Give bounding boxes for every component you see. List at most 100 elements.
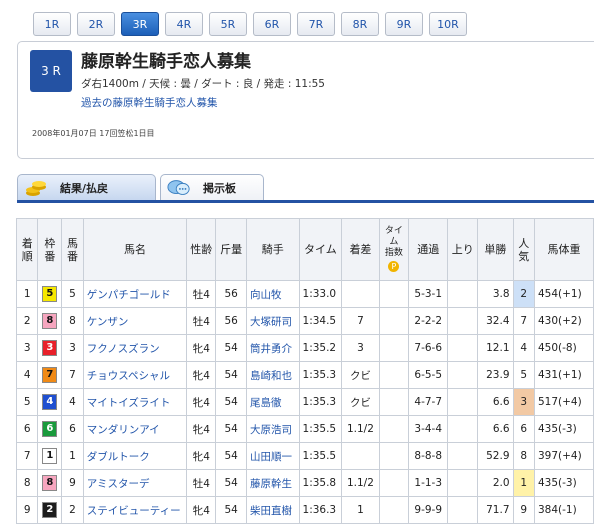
passing-cell-text: 2-2-2 — [414, 315, 443, 327]
order-cell-text: 4 — [23, 369, 31, 381]
race-tab-5r[interactable]: 5R — [209, 12, 247, 36]
body-weight-cell-text: 450(-8) — [538, 342, 577, 354]
jockey-cell[interactable]: 尾島徹 — [246, 388, 300, 416]
horse-name-cell[interactable]: ステイビューティー — [82, 496, 188, 524]
horse-name-cell-text[interactable]: マンダリンアイ — [87, 424, 160, 436]
waku-cell: 4 — [37, 388, 63, 416]
tab-results[interactable]: 結果/払戻 — [17, 174, 156, 201]
jockey-cell-text[interactable]: 大塚研司 — [250, 316, 292, 328]
horse-name-cell-text[interactable]: フクノスズラン — [87, 343, 160, 355]
time-cell: 1:35.5 — [298, 415, 343, 443]
horse-name-cell-text[interactable]: ゲンパチゴールド — [87, 289, 171, 301]
race-tab-10r[interactable]: 10R — [429, 12, 467, 36]
race-tab-7r[interactable]: 7R — [297, 12, 335, 36]
waku-cell: 2 — [37, 496, 63, 524]
jockey-cell-text[interactable]: 藤原幹生 — [250, 478, 292, 490]
popularity-cell: 4 — [512, 334, 536, 362]
horse-name-cell[interactable]: ケンザン — [82, 307, 188, 335]
tab-board[interactable]: 掲示板 — [160, 174, 264, 201]
jockey-cell-text[interactable]: 大原浩司 — [250, 424, 292, 436]
time-cell: 1:33.0 — [298, 280, 343, 308]
sex-age-cell-text: 牡4 — [192, 315, 210, 328]
jockey-cell-text[interactable]: 向山牧 — [250, 289, 282, 301]
horse-name-cell-text[interactable]: アミスターデ — [87, 478, 150, 490]
weight-cell: 54 — [215, 388, 248, 416]
odds-cell-text: 6.6 — [492, 423, 510, 435]
odds-cell-text: 71.7 — [486, 504, 510, 516]
jockey-cell[interactable]: 大原浩司 — [246, 415, 300, 443]
horse-name-cell[interactable]: マイトイズライト — [82, 388, 188, 416]
passing-cell-text: 3-4-4 — [414, 423, 443, 435]
jockey-cell[interactable]: 筒井勇介 — [246, 334, 300, 362]
popularity-cell: 3 — [512, 388, 536, 416]
time-cell-text: 1:35.3 — [302, 369, 337, 381]
last-cell — [447, 280, 479, 308]
margin-cell — [341, 280, 380, 308]
order-cell-text: 5 — [23, 396, 31, 408]
passing-cell-text: 1-1-3 — [414, 477, 443, 489]
margin-cell: 1 — [341, 496, 380, 524]
premium-icon[interactable]: P — [388, 261, 400, 272]
horse-name-cell[interactable]: ダブルトーク — [82, 442, 188, 470]
jockey-cell[interactable]: 大塚研司 — [246, 307, 300, 335]
odds-cell: 6.6 — [477, 415, 514, 443]
jockey-cell-text[interactable]: 柴田直樹 — [250, 505, 292, 517]
jockey-cell[interactable]: 山田順一 — [246, 442, 300, 470]
weight-cell: 54 — [215, 469, 248, 497]
race-tab-1r[interactable]: 1R — [33, 12, 71, 36]
race-tab-8r[interactable]: 8R — [341, 12, 379, 36]
header-jockey: 騎手 — [246, 218, 300, 281]
jockey-cell-text[interactable]: 筒井勇介 — [250, 343, 292, 355]
header-umaban: 馬 番 — [61, 218, 84, 281]
horse-name-cell-text[interactable]: ケンザン — [87, 316, 129, 328]
race-tab-4r[interactable]: 4R — [165, 12, 203, 36]
umaban-cell: 9 — [61, 469, 84, 497]
jockey-cell[interactable]: 藤原幹生 — [246, 469, 300, 497]
horse-name-cell[interactable]: フクノスズラン — [82, 334, 188, 362]
horse-name-cell[interactable]: ゲンパチゴールド — [82, 280, 188, 308]
margin-cell: クビ — [341, 361, 380, 389]
header-waku: 枠 番 — [37, 218, 63, 281]
horse-name-cell-text[interactable]: ダブルトーク — [87, 451, 150, 463]
body-weight-cell: 454(+1) — [534, 280, 594, 308]
jockey-cell-text[interactable]: 島崎和也 — [250, 370, 292, 382]
popularity-cell: 5 — [512, 361, 536, 389]
header-weight: 斤量 — [215, 218, 248, 281]
horse-name-cell[interactable]: マンダリンアイ — [82, 415, 188, 443]
popularity-cell-text: 4 — [520, 342, 528, 354]
time-index-cell — [378, 469, 410, 497]
weight-cell: 56 — [215, 280, 248, 308]
jockey-cell[interactable]: 向山牧 — [246, 280, 300, 308]
jockey-cell[interactable]: 島崎和也 — [246, 361, 300, 389]
waku-cell: 8 — [37, 307, 63, 335]
jockey-cell-text[interactable]: 尾島徹 — [250, 397, 282, 409]
time-cell-text: 1:35.8 — [302, 477, 337, 489]
popularity-cell-text: 9 — [520, 504, 528, 516]
weight-cell-text: 54 — [224, 477, 238, 489]
weight-cell: 54 — [215, 415, 248, 443]
body-weight-cell-text: 454(+1) — [538, 288, 582, 300]
past-race-link[interactable]: 過去の藤原幹生騎手恋人募集 — [81, 95, 218, 110]
waku-badge: 2 — [42, 502, 58, 518]
margin-cell: 7 — [341, 307, 380, 335]
margin-cell: 1.1/2 — [341, 415, 380, 443]
horse-name-cell[interactable]: アミスターデ — [82, 469, 188, 497]
race-tab-3r[interactable]: 3R — [121, 12, 159, 36]
horse-name-cell-text[interactable]: チョウスペシャル — [87, 370, 170, 382]
horse-name-cell-text[interactable]: ステイビューティー — [87, 505, 181, 517]
body-weight-cell: 384(-1) — [534, 496, 594, 524]
sex-age-cell: 牡4 — [186, 280, 217, 308]
body-weight-cell: 435(-3) — [534, 415, 594, 443]
odds-cell: 3.8 — [477, 280, 514, 308]
table-row: 2 8 8 ケンザン 牡4 56 大塚研司 1:34.5 7 2-2-2 32.4 7 430(+2) — [15, 307, 594, 335]
race-tab-2r[interactable]: 2R — [77, 12, 115, 36]
jockey-cell[interactable]: 柴田直樹 — [246, 496, 300, 524]
race-tab-9r[interactable]: 9R — [385, 12, 423, 36]
odds-cell: 2.0 — [477, 469, 514, 497]
jockey-cell-text[interactable]: 山田順一 — [250, 451, 292, 463]
header-sex-age: 性齢 — [186, 218, 217, 281]
popularity-cell-text: 3 — [520, 396, 528, 408]
race-tab-6r[interactable]: 6R — [253, 12, 291, 36]
horse-name-cell-text[interactable]: マイトイズライト — [87, 397, 171, 409]
horse-name-cell[interactable]: チョウスペシャル — [82, 361, 188, 389]
